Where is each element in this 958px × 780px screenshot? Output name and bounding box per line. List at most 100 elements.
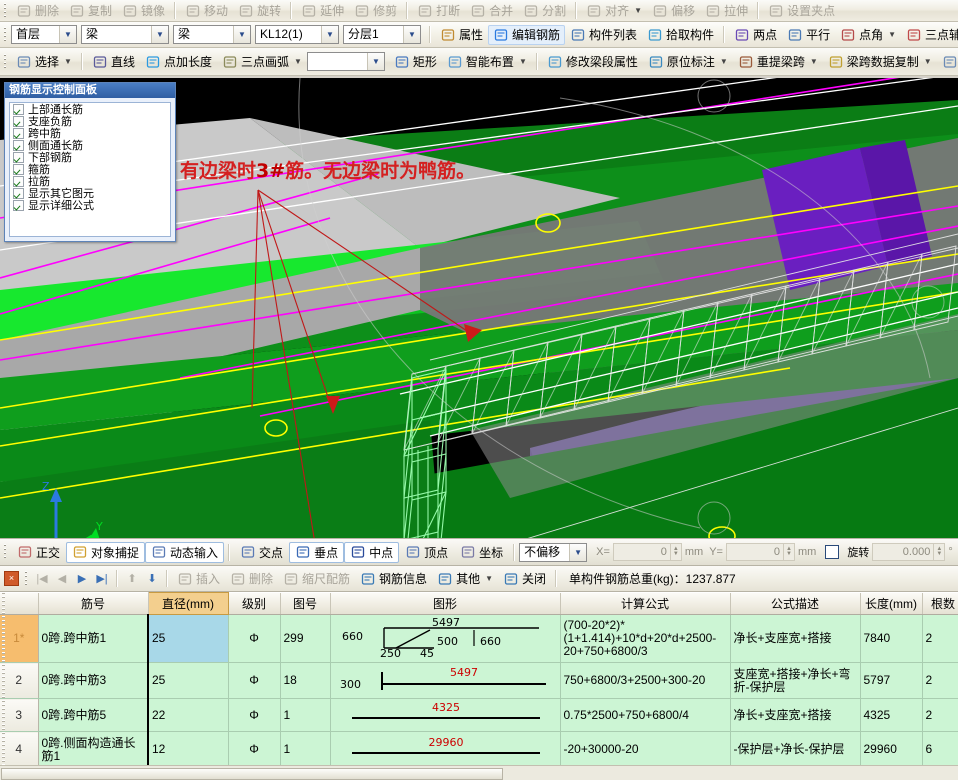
checkbox[interactable] <box>13 139 24 151</box>
pick-component-button[interactable]: 拾取构件 <box>642 25 719 45</box>
table-horizontal-scrollbar[interactable] <box>0 765 958 780</box>
next-record-icon[interactable]: ▶ <box>72 570 92 588</box>
checkbox[interactable] <box>13 151 24 163</box>
rebar-table-container[interactable]: 筋号直径(mm)级别图号图形计算公式公式描述长度(mm)根数搭接损耗(%) 1*… <box>0 592 958 780</box>
cell-shape[interactable]: 300 5497 <box>330 662 561 699</box>
insert-row-button[interactable]: 插入 <box>172 569 225 589</box>
table-body[interactable]: 1* 0跨.跨中筋1 25 Φ 299 660 5497 500 660 250 45 (700-20… <box>0 614 958 780</box>
cell-grade[interactable]: Φ <box>228 614 281 663</box>
chevron-down-icon[interactable]: ▼ <box>810 53 818 71</box>
cell-grade[interactable]: Φ <box>228 698 281 732</box>
layer-combo[interactable]: 分层1 ▼ <box>343 25 421 44</box>
batch-identify-beam-button[interactable]: 批量识别梁 <box>937 52 958 72</box>
edit-rebar-button[interactable]: 编辑钢筋 <box>488 24 566 45</box>
table-header-row[interactable]: 筋号直径(mm)级别图号图形计算公式公式描述长度(mm)根数搭接损耗(%) <box>0 592 958 615</box>
cell-formula[interactable]: 0.75*2500+750+6800/4 <box>560 698 731 732</box>
column-header-length[interactable]: 长度(mm) <box>860 592 923 615</box>
close-icon[interactable]: × <box>4 571 19 586</box>
category-combo[interactable]: 梁 ▼ <box>81 25 169 44</box>
offset-button[interactable]: 偏移 <box>647 1 700 21</box>
three-point-axis-button[interactable]: 三点辅轴▼ <box>901 25 958 45</box>
chevron-down-icon[interactable]: ▼ <box>403 26 420 43</box>
parallel-button[interactable]: 平行 <box>782 25 835 45</box>
chevron-down-icon[interactable]: ▼ <box>485 570 493 588</box>
chevron-down-icon[interactable]: ▼ <box>294 53 302 71</box>
floor-combo[interactable]: 首层 ▼ <box>11 25 77 44</box>
component-list-button[interactable]: 构件列表 <box>565 25 642 45</box>
three-point-arc-button[interactable]: 三点画弧 ▼ <box>217 52 307 72</box>
cell-shape[interactable]: 4325 <box>330 698 561 732</box>
cell-grade[interactable]: Φ <box>228 662 281 699</box>
object-snap-toggle[interactable]: 对象捕捉 <box>66 541 146 563</box>
column-header-grade[interactable]: 级别 <box>228 592 281 615</box>
checkbox[interactable] <box>13 163 24 175</box>
trim-button[interactable]: 修剪 <box>349 1 402 21</box>
rotate-button[interactable]: 旋转 <box>233 1 286 21</box>
cell-length[interactable]: 29960 <box>860 731 923 768</box>
x-coordinate-input[interactable]: 0 <box>612 543 671 561</box>
cell-diameter[interactable]: 22 <box>147 698 229 732</box>
split-button[interactable]: 分割 <box>518 1 571 21</box>
ortho-toggle[interactable]: 正交 <box>11 542 66 563</box>
break-button[interactable]: 打断 <box>412 1 465 21</box>
cell-diameter[interactable]: 25 <box>147 614 229 663</box>
offset-mode-combo[interactable]: 不偏移 ▼ <box>519 542 588 562</box>
column-header-desc[interactable]: 公式描述 <box>730 592 861 615</box>
checkbox[interactable] <box>13 187 24 199</box>
cell-figno[interactable]: 1 <box>280 698 331 732</box>
cell-count[interactable]: 2 <box>922 698 958 732</box>
x-coordinate-field-group[interactable]: X= 0 ▲ ▼ mm <box>593 543 706 561</box>
cell-name[interactable]: 0跨.跨中筋1 <box>38 614 149 663</box>
chevron-down-icon[interactable]: ▼ <box>59 26 76 43</box>
cell-desc[interactable]: 净长+支座宽+搭接 <box>730 614 861 663</box>
toolbar-grip[interactable] <box>3 53 8 70</box>
chevron-down-icon[interactable]: ▼ <box>634 2 642 20</box>
cell-figno[interactable]: 299 <box>280 614 331 663</box>
table-row[interactable]: 2 0跨.跨中筋3 25 Φ 18 300 5497 750+6800/3+2500+300-… <box>0 662 958 699</box>
reextract-span-button[interactable]: 重提梁跨 ▼ <box>733 52 823 72</box>
cell-diameter[interactable]: 12 <box>147 731 229 768</box>
cell-name[interactable]: 0跨.侧面构造通长筋1 <box>38 731 149 768</box>
column-header-figno[interactable]: 图号 <box>280 592 331 615</box>
column-header-diameter[interactable]: 直径(mm) <box>147 592 229 615</box>
y-coordinate-field-group[interactable]: Y= 0 ▲ ▼ mm <box>706 543 819 561</box>
column-header-name[interactable]: 筋号 <box>38 592 149 615</box>
table-row[interactable]: 3 0跨.跨中筋5 22 Φ 1 4325 0.75*2500+750+6800/4 净长+支… <box>0 698 958 732</box>
cell-name[interactable]: 0跨.跨中筋3 <box>38 662 149 699</box>
toolbar-grip[interactable] <box>3 544 8 560</box>
in-situ-label-button[interactable]: 原位标注 ▼ <box>643 52 733 72</box>
move-down-icon[interactable]: ⬇ <box>142 570 162 588</box>
chevron-down-icon[interactable]: ▼ <box>519 53 527 71</box>
column-header-count[interactable]: 根数 <box>922 592 958 615</box>
cell-formula[interactable]: -20+30000-20 <box>560 731 731 768</box>
chevron-down-icon[interactable]: ▼ <box>151 26 168 43</box>
other-button[interactable]: 其他 ▼ <box>432 569 498 589</box>
chevron-down-icon[interactable]: ▼ <box>569 543 587 561</box>
cell-grade[interactable]: Φ <box>228 731 281 768</box>
status-bar[interactable]: 正交 对象捕捉 动态输入 交点 垂点 中点 顶点 坐标 不偏移 ▼ X= 0 ▲ ▼ mm Y= 0 ▲ ▼ mm 旋转… <box>0 538 958 566</box>
control-panel-list[interactable]: 上部通长筋 支座负筋 跨中筋 侧面通长筋 下部钢筋 箍筋 拉筋 显示其它图元 显示详细公式 <box>9 102 171 237</box>
cell-count[interactable]: 2 <box>922 662 958 699</box>
vertex-toggle[interactable]: 顶点 <box>399 542 454 563</box>
x-coordinate-stepper[interactable]: ▲ ▼ <box>670 543 682 561</box>
stretch-button[interactable]: 拉伸 <box>700 1 753 21</box>
copy-button[interactable]: 复制 <box>64 1 117 21</box>
intersection-toggle[interactable]: 交点 <box>234 542 289 563</box>
shape-combo[interactable]: ▼ <box>306 52 385 71</box>
checkbox[interactable] <box>13 127 24 139</box>
cell-desc[interactable]: 净长+支座宽+搭接 <box>730 698 861 732</box>
mirror-button[interactable]: 镜像 <box>117 1 170 21</box>
last-record-icon[interactable]: ▶| <box>92 570 112 588</box>
close-grid-button[interactable]: 关闭 <box>498 569 551 589</box>
cell-desc[interactable]: 支座宽+搭接+净长+弯折-保护层 <box>730 662 861 699</box>
cell-figno[interactable]: 18 <box>280 662 331 699</box>
cell-shape[interactable]: 660 5497 500 660 250 45 <box>330 614 561 663</box>
cell-shape[interactable]: 29960 <box>330 731 561 768</box>
point-length-button[interactable]: 点加长度 <box>140 52 217 72</box>
two-point-button[interactable]: 两点 <box>729 25 782 45</box>
chevron-down-icon[interactable]: ▼ <box>720 53 728 71</box>
toolbar-edit[interactable]: 删除 复制 镜像 移动 旋转 延伸 修剪 打断 合并 分割 对齐 ▼ 偏移 拉伸 设置夹点 <box>0 0 958 22</box>
rebar-table[interactable]: 筋号直径(mm)级别图号图形计算公式公式描述长度(mm)根数搭接损耗(%) 1*… <box>0 592 958 780</box>
delete-button[interactable]: 删除 <box>11 1 64 21</box>
chevron-down-icon[interactable]: ▼ <box>233 26 250 43</box>
